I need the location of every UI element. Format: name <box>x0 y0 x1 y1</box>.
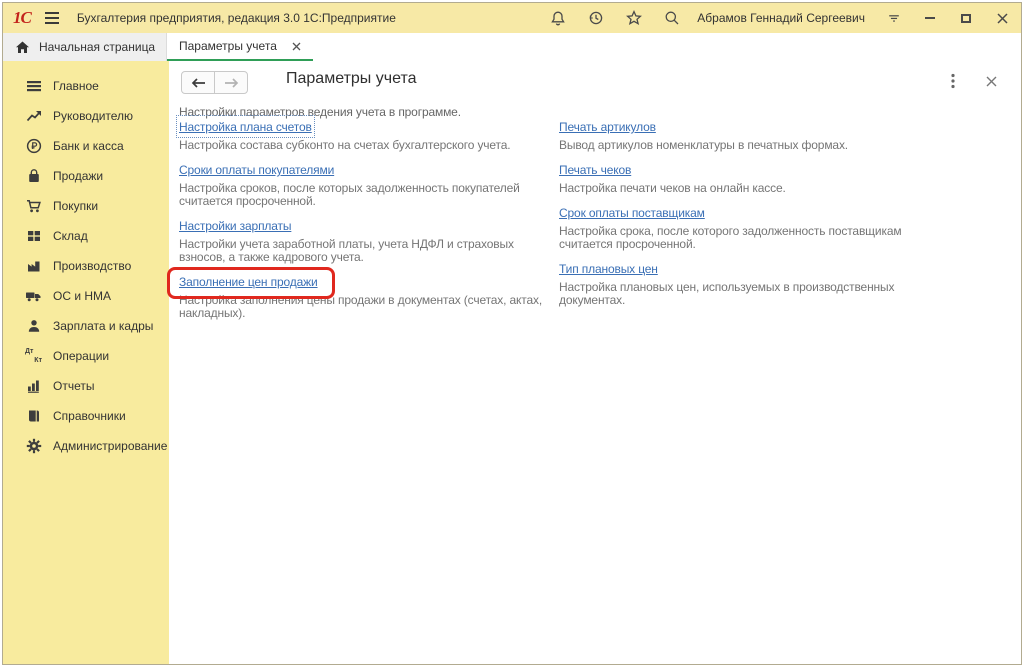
trend-arrow-icon <box>24 108 43 124</box>
back-arrow-icon <box>191 78 206 88</box>
link-description: Настройки учета заработной платы, учета … <box>179 238 551 264</box>
link-description: Вывод артикулов номенклатуры в печатных … <box>559 139 939 152</box>
gear-icon <box>24 438 43 454</box>
sidebar-item-bank-i-kassa[interactable]: Банк и касса <box>3 131 169 161</box>
sidebar-item-pokupki[interactable]: Покупки <box>3 191 169 221</box>
tab-home-page[interactable]: Начальная страница <box>3 33 167 61</box>
favorites-star-icon[interactable] <box>625 9 643 27</box>
form-close-icon[interactable] <box>986 74 997 92</box>
list-item: Тип плановых цен Настройка плановых цен,… <box>559 260 989 307</box>
person-icon <box>24 318 43 334</box>
link-description: Настройка срока, после которого задолжен… <box>559 225 939 251</box>
more-kebab-icon[interactable] <box>951 73 955 94</box>
screen: 1С Бухгалтерия предприятия, редакция 3.0… <box>0 0 1024 671</box>
main-menu-icon[interactable] <box>45 12 59 24</box>
link-srok-oplaty-postavshchikam[interactable]: Срок оплаты поставщикам <box>559 205 705 221</box>
sidebar-item-glavnoe[interactable]: Главное <box>3 71 169 101</box>
sidebar-item-spravochniki[interactable]: Справочники <box>3 401 169 431</box>
dt-kt-icon: ДтКт <box>24 348 43 364</box>
list-item: Настройка плана счетов Настройка состава… <box>179 118 559 152</box>
sidebar-item-proizvodstvo[interactable]: Производство <box>3 251 169 281</box>
sidebar-item-zarplata-i-kadry[interactable]: Зарплата и кадры <box>3 311 169 341</box>
list-item: Настройки зарплаты Настройки учета зараб… <box>179 217 559 264</box>
sidebar-item-sklad[interactable]: Склад <box>3 221 169 251</box>
sidebar-item-operatsii[interactable]: ДтКт Операции <box>3 341 169 371</box>
page-subtitle: Настройки параметров ведения учета в про… <box>179 105 461 119</box>
list-item: Заполнение цен продажи Настройка заполне… <box>179 273 559 320</box>
app-window: 1С Бухгалтерия предприятия, редакция 3.0… <box>2 2 1022 665</box>
close-icon[interactable] <box>995 11 1009 25</box>
menu-lines-icon <box>24 78 43 94</box>
factory-icon <box>24 258 43 274</box>
1c-logo: 1С <box>13 8 31 28</box>
page-title: Параметры учета <box>286 70 416 88</box>
book-icon <box>24 408 43 424</box>
sidebar-item-prodazhi[interactable]: Продажи <box>3 161 169 191</box>
list-item: Срок оплаты поставщикам Настройка срока,… <box>559 204 989 251</box>
ruble-circle-icon <box>24 138 43 154</box>
tab-bar: Начальная страница Параметры учета <box>3 33 1021 61</box>
maximize-icon[interactable] <box>959 11 973 25</box>
forward-arrow-icon <box>224 78 239 88</box>
history-clock-icon[interactable] <box>587 9 605 27</box>
link-zapolnenie-tsen-prodazhi[interactable]: Заполнение цен продажи <box>179 274 318 290</box>
main-content: Параметры учета Настройки параметров вед… <box>169 61 1021 664</box>
window-title: Бухгалтерия предприятия, редакция 3.0 1С… <box>77 11 396 25</box>
link-sroki-oplaty-pokupatelyami[interactable]: Сроки оплаты покупателями <box>179 162 334 178</box>
tab-accounting-parameters[interactable]: Параметры учета <box>167 33 313 61</box>
shopping-bag-icon <box>24 168 43 184</box>
back-button[interactable] <box>181 71 215 94</box>
link-tip-planovykh-tsen[interactable]: Тип плановых цен <box>559 261 658 277</box>
sidebar-item-otchety[interactable]: Отчеты <box>3 371 169 401</box>
list-item: Печать чеков Настройка печати чеков на о… <box>559 161 989 195</box>
sidebar-item-os-i-nma[interactable]: ОС и НМА <box>3 281 169 311</box>
grid-icon <box>24 228 43 244</box>
red-highlight-box: Заполнение цен продажи <box>167 267 335 299</box>
sidebar-item-rukovoditelyu[interactable]: Руководителю <box>3 101 169 131</box>
title-bar: 1С Бухгалтерия предприятия, редакция 3.0… <box>3 3 1021 33</box>
minimize-icon[interactable] <box>923 11 937 25</box>
link-description: Настройка плановых цен, используемых в п… <box>559 281 939 307</box>
truck-icon <box>24 288 43 304</box>
settings-column-left: Настройка плана счетов Настройка состава… <box>179 118 559 329</box>
list-item: Печать артикулов Вывод артикулов номенкл… <box>559 118 989 152</box>
current-user-name[interactable]: Абрамов Геннадий Сергеевич <box>697 11 865 25</box>
link-description: Настройка печати чеков на онлайн кассе. <box>559 182 939 195</box>
settings-column-right: Печать артикулов Вывод артикулов номенкл… <box>559 118 989 329</box>
link-nastroyki-zarplaty[interactable]: Настройки зарплаты <box>179 218 291 234</box>
link-description: Настройка сроков, после которых задолжен… <box>179 182 551 208</box>
link-nastroyka-plana-schetov[interactable]: Настройка плана счетов <box>179 119 312 135</box>
link-pechat-chekov[interactable]: Печать чеков <box>559 162 631 178</box>
link-pechat-artikulov[interactable]: Печать артикулов <box>559 119 656 135</box>
forward-button[interactable] <box>214 71 248 94</box>
search-icon[interactable] <box>663 9 681 27</box>
tab-active-label: Параметры учета <box>179 39 277 53</box>
shopping-cart-icon <box>24 198 43 214</box>
notifications-bell-icon[interactable] <box>549 9 567 27</box>
section-sidebar: Главное Руководителю Банк и касса Продаж… <box>3 61 169 664</box>
service-settings-icon[interactable] <box>887 11 901 25</box>
sidebar-item-administrirovanie[interactable]: Администрирование <box>3 431 169 461</box>
home-icon <box>15 40 30 54</box>
link-description: Настройка состава субконто на счетах бух… <box>179 139 551 152</box>
list-item: Сроки оплаты покупателями Настройка срок… <box>179 161 559 208</box>
bar-chart-icon <box>24 378 43 394</box>
history-nav-buttons <box>181 71 248 94</box>
tab-home-label: Начальная страница <box>39 40 155 54</box>
tab-close-icon[interactable] <box>292 42 301 51</box>
